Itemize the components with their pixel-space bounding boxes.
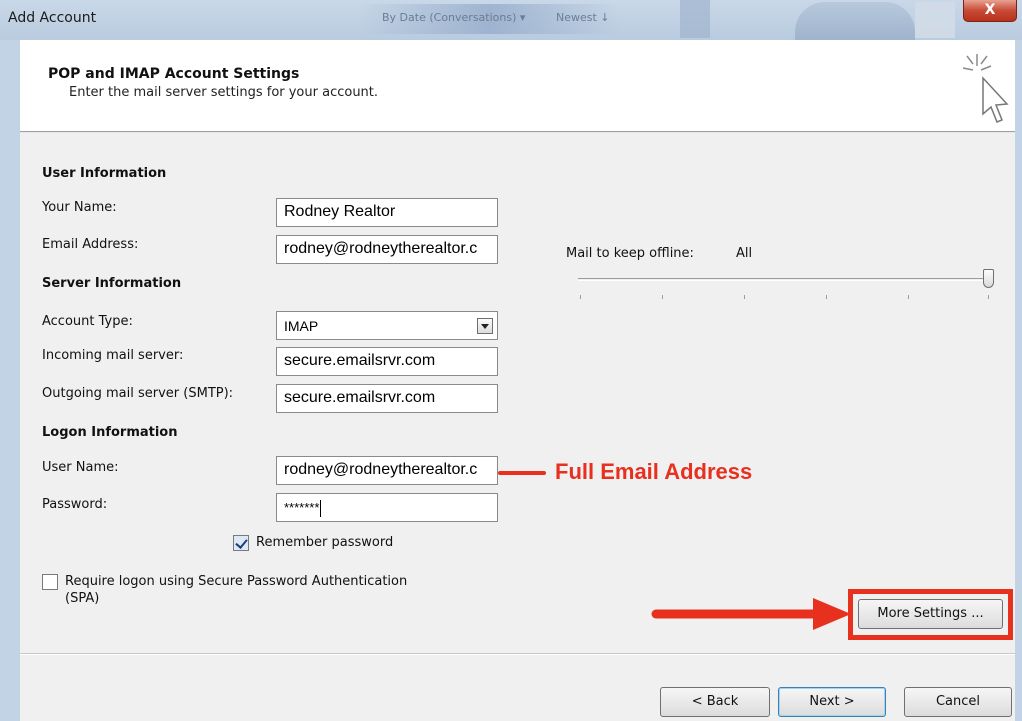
back-button[interactable]: < Back [660,687,770,717]
next-button[interactable]: Next > [778,687,886,717]
offline-slider-track[interactable] [578,278,990,281]
incoming-server-input[interactable]: secure.emailsrvr.com [276,347,498,376]
mail-offline-value: All [736,246,753,261]
footer-separator [20,653,1015,655]
slider-tick [826,295,827,299]
password-value: ******* [284,500,320,515]
offline-slider-thumb[interactable] [983,269,994,288]
section-user-information: User Information [42,166,167,181]
email-address-label: Email Address: [42,237,139,252]
password-label: Password: [42,497,108,512]
background-window-fragment [795,2,915,40]
outgoing-server-input[interactable]: secure.emailsrvr.com [276,384,498,413]
text-caret [320,500,322,518]
background-text: Newest ↓ [556,11,610,24]
close-icon: X [984,2,996,18]
background-window-fragment [915,2,955,38]
account-type-label: Account Type: [42,314,133,329]
slider-tick [988,295,989,299]
background-window-fragment [680,0,710,38]
dropdown-arrow-icon[interactable] [477,318,493,334]
annotation-line [498,471,546,475]
spa-label: Require logon using Secure Password Auth… [65,574,408,589]
remember-password-checkbox[interactable] [233,535,249,551]
background-text: By Date (Conversations) ▾ [382,11,526,24]
title-bar: Add Account By Date (Conversations) ▾ Ne… [0,0,1022,40]
header-subtitle: Enter the mail server settings for your … [69,85,379,100]
dialog-content: User Information Your Name: Rodney Realt… [20,133,1015,721]
background-window-fragment: By Date (Conversations) ▾ Newest ↓ [360,4,620,34]
section-logon-information: Logon Information [42,425,178,440]
password-input[interactable]: ******* [276,493,498,522]
window-frame-right [1015,40,1022,721]
header-title: POP and IMAP Account Settings [48,66,300,82]
outgoing-server-label: Outgoing mail server (SMTP): [42,386,234,401]
close-button[interactable]: X [963,0,1017,22]
section-server-information: Server Information [42,276,182,291]
your-name-input[interactable]: Rodney Realtor [276,198,498,227]
your-name-label: Your Name: [42,200,117,215]
slider-tick [908,295,909,299]
dialog-header: POP and IMAP Account Settings Enter the … [20,40,1015,132]
annotation-text: Full Email Address [555,459,753,484]
account-type-value: IMAP [284,318,319,334]
email-address-input[interactable]: rodney@rodneytherealtor.c [276,235,498,264]
cursor-sparkle-icon [962,54,1009,123]
spa-label-continued: (SPA) [65,591,100,606]
username-input[interactable]: rodney@rodneytherealtor.c [276,456,498,485]
cancel-button[interactable]: Cancel [904,687,1012,717]
window-title: Add Account [8,10,97,26]
spa-checkbox[interactable] [42,574,58,590]
account-type-select[interactable]: IMAP [276,311,498,340]
incoming-server-label: Incoming mail server: [42,348,184,363]
mail-offline-label: Mail to keep offline: [566,246,694,261]
username-label: User Name: [42,460,119,475]
slider-tick [580,295,581,299]
annotation-arrow-icon [651,598,851,630]
slider-tick [744,295,745,299]
remember-password-label: Remember password [256,535,394,550]
slider-tick [662,295,663,299]
window-frame-left [0,40,20,721]
more-settings-button[interactable]: More Settings ... [858,599,1003,629]
